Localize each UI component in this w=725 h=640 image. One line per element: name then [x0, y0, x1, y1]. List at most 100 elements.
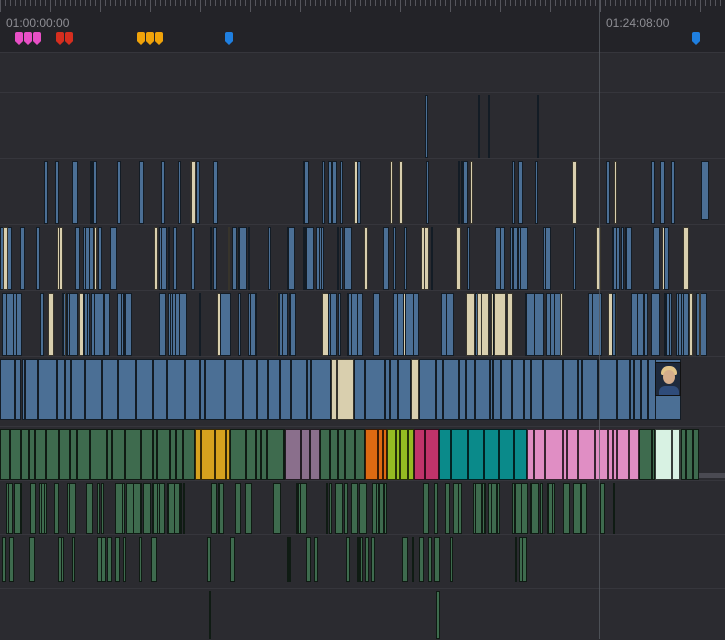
video-track-v5[interactable]	[0, 158, 725, 225]
video-clip[interactable]	[340, 161, 343, 224]
audio-clip[interactable]	[350, 483, 359, 534]
audio-clip[interactable]	[235, 483, 242, 534]
video-clip[interactable]	[172, 227, 178, 290]
audio-clip[interactable]	[563, 483, 570, 534]
audio-clip[interactable]	[142, 483, 151, 534]
video-clip[interactable]	[178, 293, 187, 356]
audio-clip[interactable]	[434, 483, 439, 534]
video-clip[interactable]	[86, 293, 90, 356]
pink-marker[interactable]	[15, 32, 23, 45]
audio-clip[interactable]	[200, 429, 215, 480]
video-clip[interactable]	[605, 161, 610, 224]
video-clip[interactable]	[430, 227, 434, 290]
video-clip[interactable]	[630, 293, 639, 356]
audio-clip[interactable]	[157, 429, 170, 480]
audio-clip[interactable]	[214, 429, 226, 480]
audio-clip[interactable]	[85, 483, 93, 534]
audio-clip[interactable]	[514, 537, 518, 582]
video-clip[interactable]	[249, 293, 256, 356]
orange-marker[interactable]	[155, 32, 163, 45]
audio-clip[interactable]	[329, 483, 333, 534]
audio-clip[interactable]	[451, 429, 469, 480]
audio-clip[interactable]	[521, 537, 527, 582]
orange-marker[interactable]	[137, 32, 145, 45]
audio-clip[interactable]	[182, 483, 186, 534]
video-clip[interactable]	[70, 359, 86, 420]
video-clip[interactable]	[93, 293, 104, 356]
video-clip[interactable]	[443, 359, 459, 420]
video-clip[interactable]	[24, 359, 39, 420]
audio-clip[interactable]	[482, 483, 485, 534]
video-clip[interactable]	[511, 359, 524, 420]
audio-clip[interactable]	[96, 483, 101, 534]
video-clip[interactable]	[279, 359, 292, 420]
video-clip[interactable]	[382, 227, 389, 290]
video-clip[interactable]	[104, 293, 110, 356]
video-clip[interactable]	[466, 293, 476, 356]
audio-clip[interactable]	[230, 429, 247, 480]
video-clip[interactable]	[475, 359, 490, 420]
audio-clip[interactable]	[300, 429, 310, 480]
video-clip[interactable]	[319, 227, 323, 290]
audio-clip[interactable]	[372, 483, 378, 534]
video-clip[interactable]	[478, 95, 480, 158]
video-clip[interactable]	[109, 227, 118, 290]
audio-clip[interactable]	[490, 483, 497, 534]
audio-track-a1[interactable]	[0, 426, 725, 481]
audio-clip[interactable]	[518, 537, 523, 582]
audio-clip[interactable]	[29, 537, 35, 582]
audio-clip[interactable]	[21, 429, 29, 480]
video-track-v2[interactable]	[0, 356, 725, 421]
video-clip[interactable]	[670, 161, 675, 224]
audio-clip[interactable]	[617, 429, 630, 480]
audio-clip[interactable]	[572, 483, 581, 534]
audio-clip[interactable]	[45, 429, 59, 480]
audio-clip[interactable]	[423, 483, 430, 534]
video-clip[interactable]	[338, 293, 341, 356]
audio-clip[interactable]	[151, 537, 157, 582]
audio-clip[interactable]	[266, 429, 284, 480]
video-clip[interactable]	[413, 293, 419, 356]
video-clip[interactable]	[160, 227, 168, 290]
video-clip[interactable]	[626, 227, 632, 290]
audio-clip[interactable]	[320, 429, 331, 480]
video-clip[interactable]	[562, 359, 579, 420]
video-clip[interactable]	[97, 227, 102, 290]
audio-clip[interactable]	[19, 483, 23, 534]
video-clip[interactable]	[534, 161, 539, 224]
video-clip[interactable]	[597, 359, 618, 420]
audio-clip[interactable]	[334, 483, 343, 534]
audio-clip[interactable]	[43, 483, 48, 534]
audio-clip[interactable]	[123, 537, 126, 582]
video-clip[interactable]	[44, 161, 48, 224]
audio-clip[interactable]	[96, 537, 102, 582]
video-clip[interactable]	[190, 227, 195, 290]
audio-clip[interactable]	[345, 537, 350, 582]
video-clip[interactable]	[523, 359, 532, 420]
video-clip[interactable]	[411, 359, 420, 420]
audio-clip[interactable]	[475, 483, 482, 534]
audio-clip[interactable]	[567, 429, 578, 480]
audio-clip[interactable]	[400, 429, 408, 480]
audio-clip[interactable]	[419, 537, 424, 582]
audio-clip[interactable]	[246, 429, 257, 480]
audio-clip[interactable]	[449, 537, 454, 582]
video-clip[interactable]	[196, 161, 200, 224]
video-clip[interactable]	[123, 293, 127, 356]
audio-clip[interactable]	[484, 429, 499, 480]
video-clip[interactable]	[467, 227, 471, 290]
audio-clip[interactable]	[35, 429, 46, 480]
video-clip[interactable]	[365, 359, 386, 420]
video-clip[interactable]	[405, 293, 414, 356]
audio-clip[interactable]	[411, 537, 415, 582]
video-clip[interactable]	[372, 293, 381, 356]
video-track-v4[interactable]	[0, 224, 725, 291]
audio-clip[interactable]	[38, 483, 42, 534]
audio-clip[interactable]	[436, 591, 440, 639]
video-clip[interactable]	[651, 293, 660, 356]
video-clip[interactable]	[353, 359, 366, 420]
video-clip[interactable]	[425, 161, 430, 224]
video-clip[interactable]	[174, 293, 180, 356]
audio-clip[interactable]	[453, 483, 459, 534]
audio-clip[interactable]	[433, 537, 440, 582]
